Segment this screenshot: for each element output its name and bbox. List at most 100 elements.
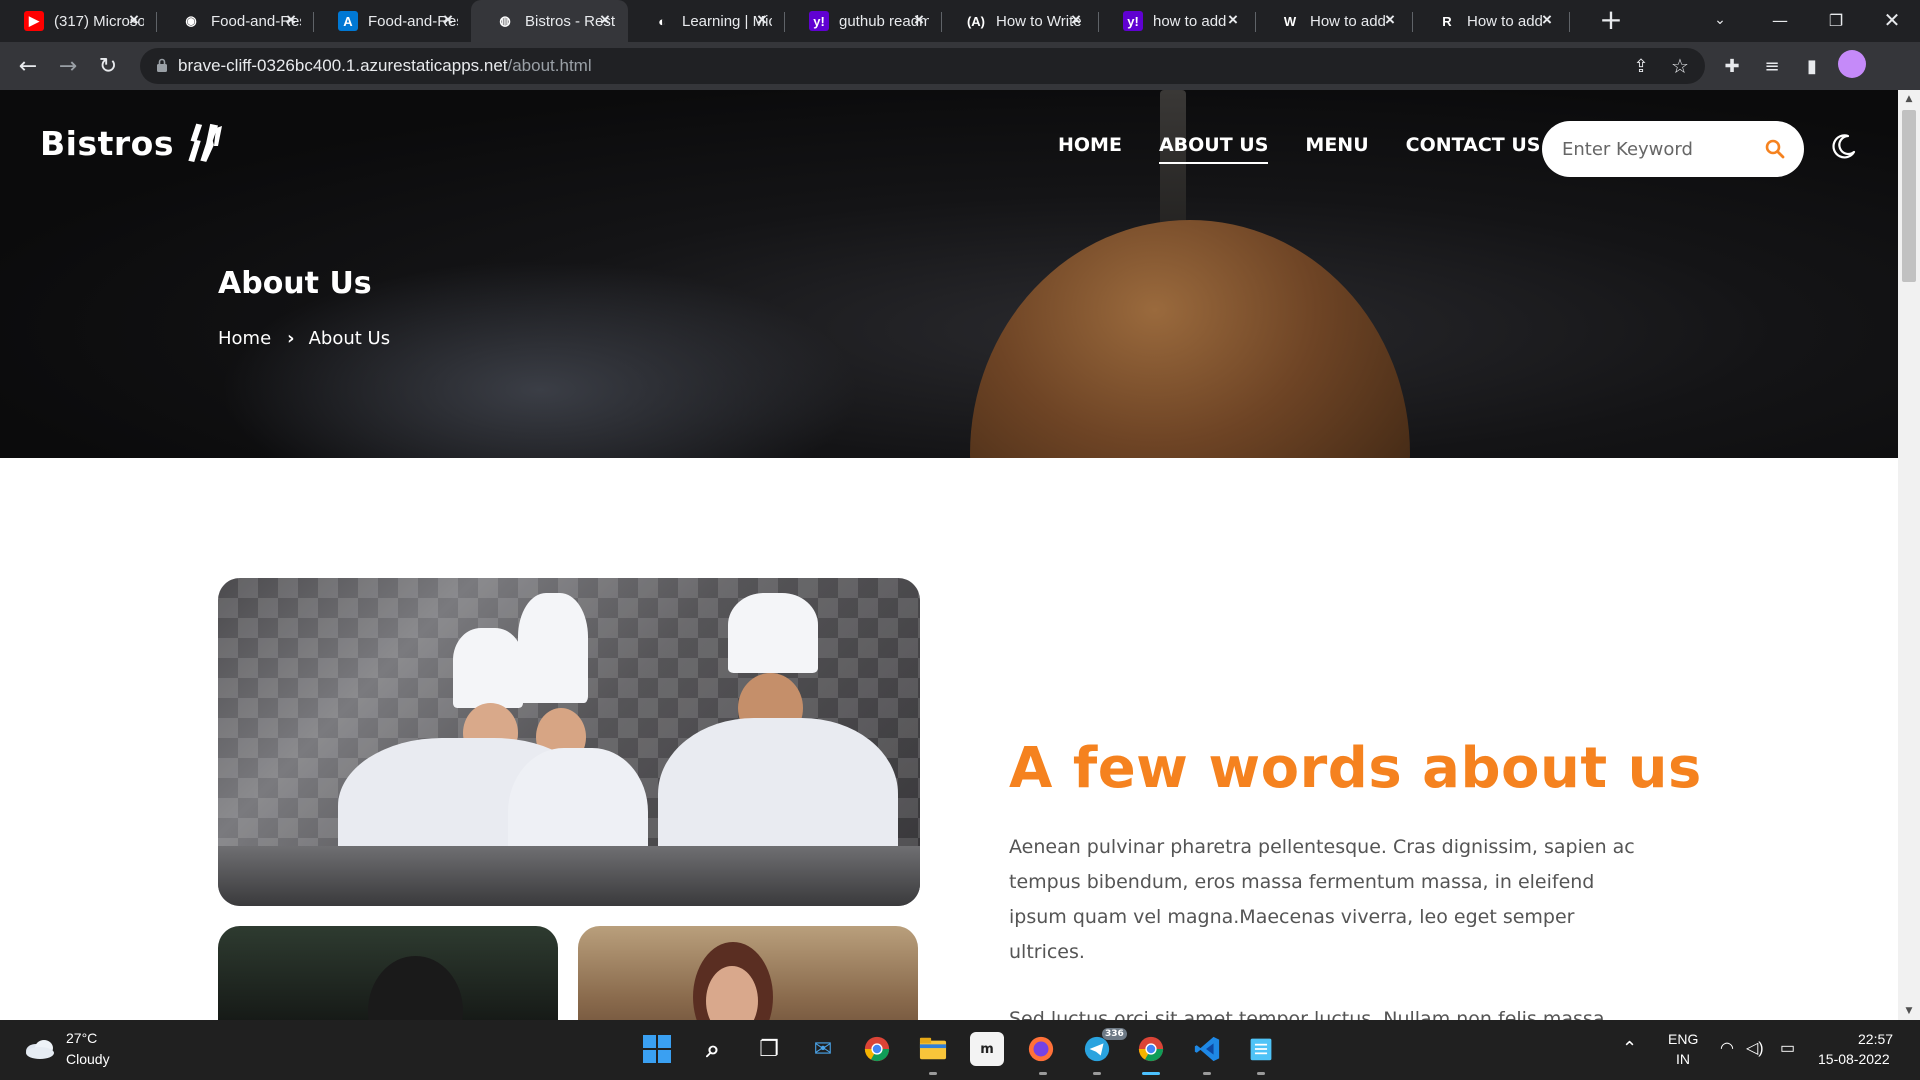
breadcrumb: Home › About Us [218, 328, 390, 349]
running-indicator [1257, 1072, 1265, 1075]
clock-date[interactable]: 15-08-2022 [1818, 1051, 1890, 1067]
bookmark-star-icon[interactable]: ☆ [1664, 50, 1696, 82]
chrome-active-icon[interactable] [1134, 1032, 1168, 1066]
close-window-button[interactable]: ✕ [1864, 0, 1920, 40]
vscode-icon[interactable] [1190, 1032, 1224, 1066]
r-icon: R [1437, 11, 1457, 31]
close-tab-icon[interactable]: × [753, 11, 771, 29]
close-tab-icon[interactable]: × [1067, 11, 1085, 29]
browser-tab[interactable]: AFood-and-Restaurant× [314, 0, 471, 42]
nav-home[interactable]: HOME [1058, 134, 1122, 160]
notepad-icon[interactable] [1244, 1032, 1278, 1066]
running-indicator [929, 1072, 937, 1075]
battery-icon[interactable]: ▭ [1780, 1038, 1795, 1058]
close-tab-icon[interactable]: × [439, 11, 457, 29]
close-tab-icon[interactable]: × [596, 11, 614, 29]
browser-tab[interactable]: ◉Food-and-Restaurant× [157, 0, 314, 42]
chef-hat-image [728, 593, 818, 673]
browser-tab[interactable]: ▶(317) Microsoft× [0, 0, 157, 42]
tab-divider [1569, 12, 1570, 32]
forward-icon[interactable]: → [52, 50, 84, 82]
address-bar[interactable]: brave-cliff-0326bc400.1.azurestaticapps.… [140, 48, 1705, 84]
chef-cooking-image [218, 926, 558, 1020]
profile-avatar[interactable] [1838, 50, 1866, 78]
language-indicator[interactable]: ENG [1668, 1031, 1698, 1047]
close-tab-icon[interactable]: × [282, 11, 300, 29]
back-icon[interactable]: ← [12, 50, 44, 82]
scroll-up-arrow-icon[interactable]: ▲ [1898, 90, 1920, 108]
language-region: IN [1676, 1051, 1690, 1067]
page-title: About Us [218, 266, 372, 301]
freecodecamp-icon: (A) [966, 11, 986, 31]
logo-text: Bistros [40, 123, 174, 163]
close-tab-icon[interactable]: × [125, 11, 143, 29]
cloud-icon[interactable] [24, 1036, 56, 1060]
share-icon[interactable]: ⇪ [1625, 50, 1657, 82]
reload-icon[interactable]: ↻ [92, 50, 124, 82]
browser-tab[interactable]: y! how to add × [1099, 0, 1256, 42]
start-icon[interactable] [640, 1032, 674, 1066]
dark-mode-toggle-icon[interactable] [1828, 132, 1858, 162]
file-explorer-icon[interactable] [916, 1032, 950, 1066]
lock-icon [157, 58, 167, 72]
chef-hat-image [518, 593, 588, 703]
media-icon[interactable]: ≡ [1756, 50, 1788, 82]
clock-time[interactable]: 22:57 [1858, 1031, 1893, 1047]
extensions-icon[interactable]: ✚ [1716, 50, 1748, 82]
search-input[interactable] [1562, 136, 1752, 162]
browser-tab[interactable]: ◍Bistros - Restaurant× [471, 0, 628, 42]
taskbar: 27°C Cloudy ⌕ ❐ ✉ m 336 ⌃ ENG IN ◠ ◁) ▭ … [0, 1020, 1920, 1080]
weather-description: Cloudy [66, 1051, 110, 1067]
yahoo-icon: y! [809, 11, 829, 31]
about-paragraph: Aenean pulvinar pharetra pellentesque. C… [1009, 836, 1635, 963]
learn-icon: ◐ [652, 11, 672, 31]
task-view-icon[interactable]: ❐ [752, 1032, 786, 1066]
search-icon[interactable] [1764, 138, 1786, 160]
browser-tab[interactable]: R How to add × [1413, 0, 1570, 42]
globe-icon: ◍ [495, 11, 515, 31]
yahoo-icon: y! [1123, 11, 1143, 31]
browser-tab[interactable]: ◐Learning | Microsoft× [628, 0, 785, 42]
nav-menu[interactable]: MENU [1305, 134, 1368, 160]
nav-contact-us[interactable]: CONTACT US [1406, 134, 1541, 160]
telegram-icon[interactable]: 336 [1080, 1028, 1127, 1066]
close-tab-icon[interactable]: × [1381, 11, 1399, 29]
firefox-icon[interactable] [1024, 1032, 1058, 1066]
nav-about-us[interactable]: ABOUT US [1158, 134, 1269, 164]
chevron-up-icon[interactable]: ⌃ [1622, 1038, 1637, 1059]
close-tab-icon[interactable]: × [1538, 11, 1556, 29]
running-indicator [1203, 1072, 1211, 1075]
scroll-down-arrow-icon[interactable]: ▼ [1898, 1002, 1920, 1020]
tab-search-icon[interactable]: ⌄ [1692, 0, 1748, 40]
side-panel-icon[interactable]: ▮ [1796, 50, 1828, 82]
close-tab-icon[interactable]: × [1224, 11, 1242, 29]
site-logo[interactable]: Bistros [40, 120, 224, 166]
active-indicator [1142, 1072, 1160, 1075]
close-tab-icon[interactable]: × [910, 11, 928, 29]
chef-hat-image [453, 628, 523, 708]
scroll-thumb[interactable] [1902, 110, 1916, 282]
telegram-badge: 336 [1102, 1028, 1127, 1040]
breadcrumb-home[interactable]: Home [218, 328, 271, 349]
mail-icon[interactable]: ✉ [806, 1032, 840, 1066]
main-nav: HOME ABOUT US MENU CONTACT US [1058, 134, 1577, 164]
wifi-icon[interactable]: ◠ [1720, 1038, 1734, 1058]
tab-strip: ▶(317) Microsoft×◉Food-and-Restaurant×AF… [0, 0, 1920, 42]
about-paragraph-2: Sed luctus orci sit amet tempor luctus. … [1009, 1008, 1605, 1020]
browser-tab[interactable]: (A)How to Write a README× [942, 0, 1099, 42]
search-icon[interactable]: ⌕ [696, 1032, 730, 1066]
store-icon[interactable]: m [970, 1032, 1004, 1066]
minimize-button[interactable]: — [1752, 0, 1808, 40]
new-tab-button[interactable]: + [1598, 6, 1624, 34]
restore-button[interactable]: ❐ [1808, 0, 1864, 40]
page-scrollbar[interactable]: ▲ ▼ [1898, 90, 1920, 1020]
burger-image [970, 220, 1410, 458]
url-text: brave-cliff-0326bc400.1.azurestaticapps.… [178, 56, 592, 75]
wikipedia-icon: W [1280, 11, 1300, 31]
chef-head-image [368, 956, 463, 1020]
chrome-icon[interactable] [860, 1032, 894, 1066]
breadcrumb-current: About Us [308, 328, 391, 349]
volume-icon[interactable]: ◁) [1746, 1038, 1764, 1058]
browser-tab[interactable]: W How to add × [1256, 0, 1413, 42]
browser-tab[interactable]: y!guthub readme× [785, 0, 942, 42]
